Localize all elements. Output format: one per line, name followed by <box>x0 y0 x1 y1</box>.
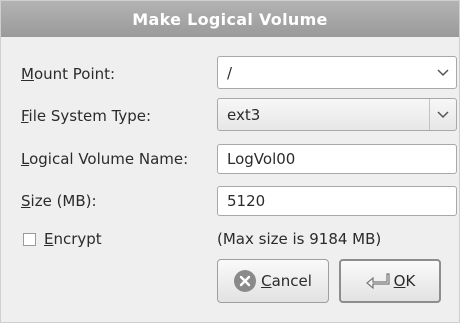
fs-type-value[interactable]: ext3 <box>218 106 429 124</box>
size-label-text: ize (MB): <box>30 192 97 210</box>
cancel-button-label: Cancel <box>261 272 312 290</box>
ok-mnemonic: O <box>393 272 406 290</box>
ok-button[interactable]: OK <box>339 259 441 303</box>
fs-type-label-text: ile System Type: <box>28 107 152 125</box>
lv-name-input[interactable]: LogVol00 <box>217 144 457 174</box>
encrypt-checkbox-row[interactable]: Encrypt <box>23 230 102 248</box>
mount-point-label: Mount Point: <box>21 65 115 83</box>
cancel-mnemonic: C <box>261 272 272 290</box>
make-logical-volume-dialog: Make Logical Volume Mount Point: / File … <box>0 0 460 323</box>
fs-type-combo[interactable]: ext3 <box>217 98 457 131</box>
dialog-title: Make Logical Volume <box>1 1 459 37</box>
encrypt-label-text: ncrypt <box>53 230 102 248</box>
mount-point-value[interactable]: / <box>218 64 430 82</box>
ok-label-text: K <box>405 272 416 290</box>
mount-point-combo[interactable]: / <box>217 56 457 89</box>
size-label: Size (MB): <box>21 192 97 210</box>
chevron-down-icon[interactable] <box>430 57 456 88</box>
lv-name-label: Logical Volume Name: <box>21 150 188 168</box>
chevron-down-icon[interactable] <box>429 99 456 130</box>
size-mnemonic: S <box>21 192 31 210</box>
fs-type-label: File System Type: <box>21 107 151 125</box>
cancel-label-text: ancel <box>271 272 312 290</box>
lv-name-mnemonic: L <box>21 150 30 168</box>
dialog-title-text: Make Logical Volume <box>132 9 328 29</box>
encrypt-checkbox[interactable] <box>23 232 36 246</box>
size-input[interactable]: 5120 <box>217 186 457 216</box>
mount-point-label-text: ount Point: <box>33 65 116 83</box>
max-size-text: (Max size is 9184 MB) <box>217 230 382 248</box>
lv-name-label-text: ogical Volume Name: <box>29 150 189 168</box>
encrypt-label: Encrypt <box>44 230 102 248</box>
fs-type-mnemonic: F <box>21 107 29 125</box>
ok-arrow-icon <box>365 272 391 290</box>
mount-point-mnemonic: M <box>21 65 34 83</box>
cancel-button[interactable]: Cancel <box>217 259 329 303</box>
cancel-circle-icon <box>234 270 257 292</box>
ok-button-label: OK <box>394 272 416 290</box>
